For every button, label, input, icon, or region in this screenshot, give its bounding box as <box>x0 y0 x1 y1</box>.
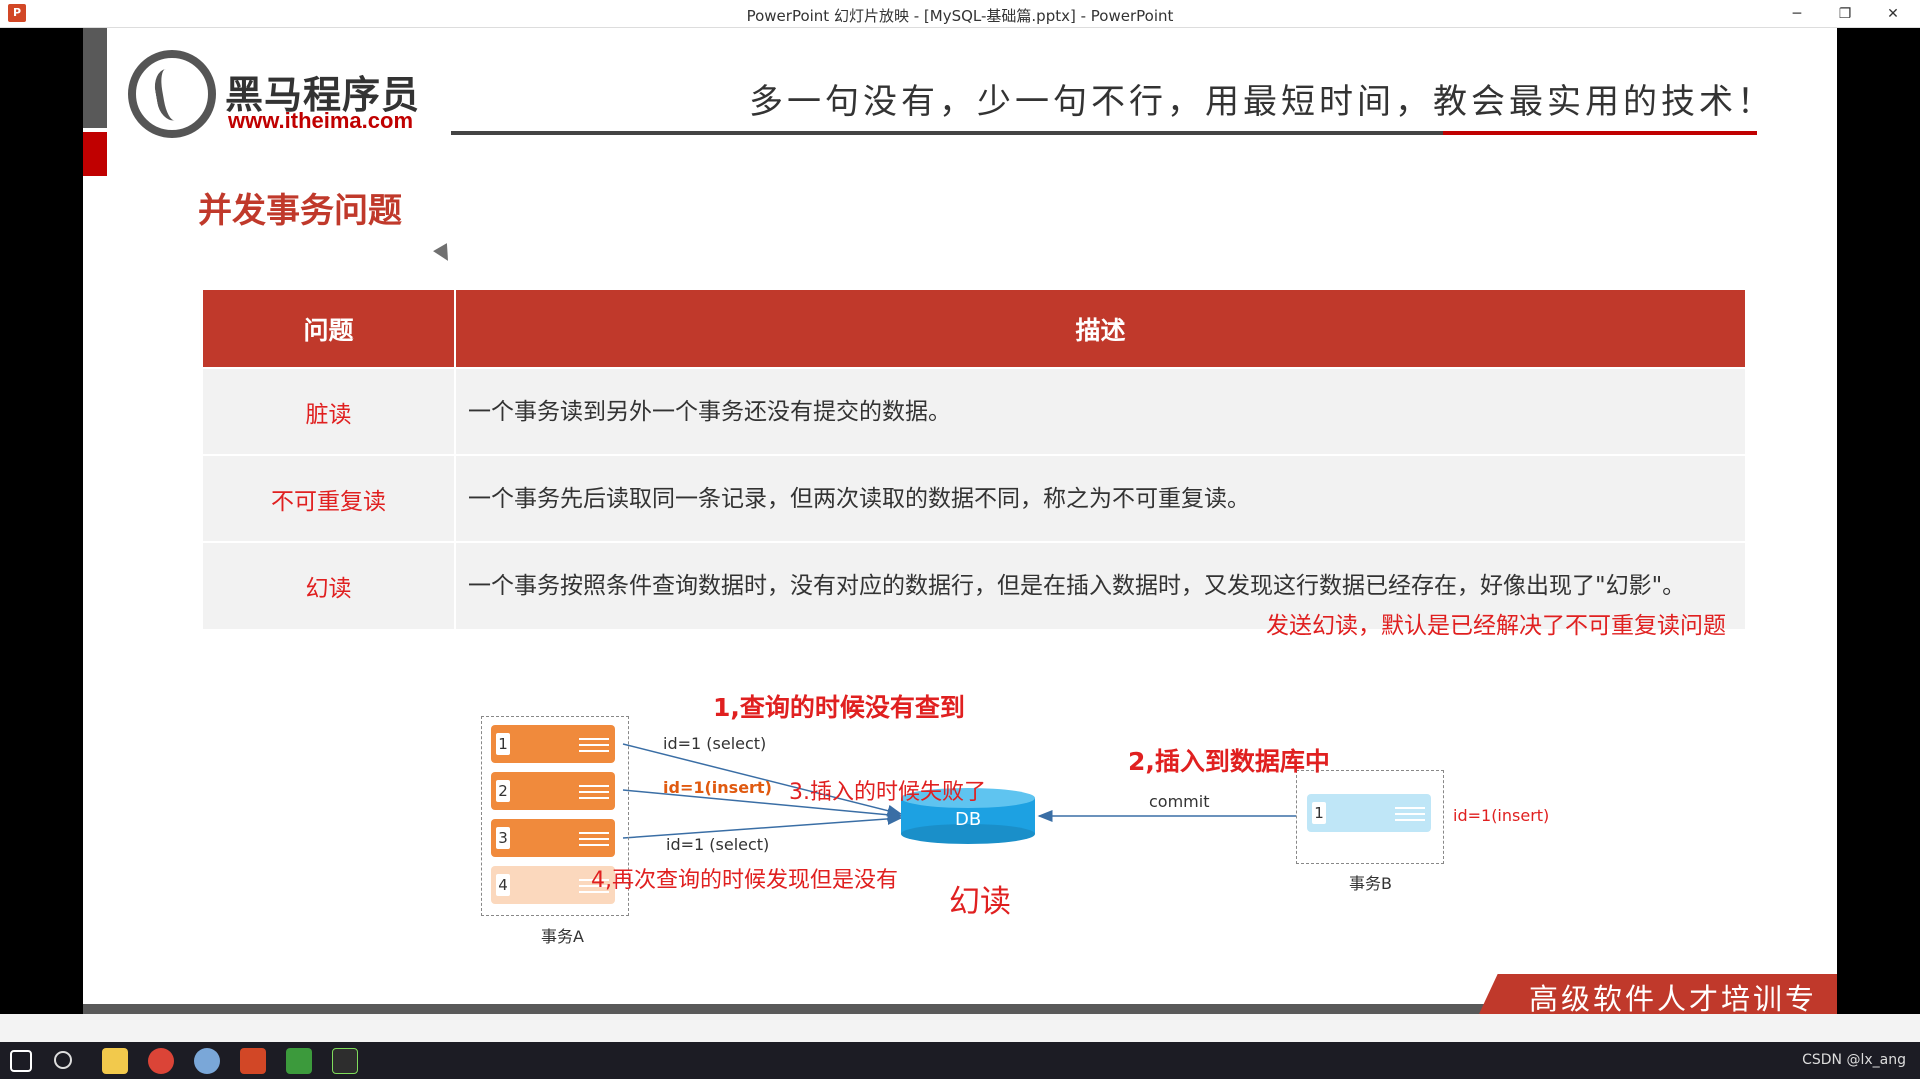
slide[interactable]: 黑马程序员 www.itheima.com 多一句没有，少一句不行，用最短时间，… <box>83 28 1837 1014</box>
annotation-3: 3.插入的时候失败了 <box>789 780 986 805</box>
system-tray[interactable]: CSDN @lx_ang <box>1802 1052 1906 1068</box>
file-explorer-icon[interactable] <box>102 1048 128 1074</box>
close-button[interactable]: ✕ <box>1870 2 1916 26</box>
commit-label: commit <box>1149 792 1210 811</box>
tx-b-label: 事务B <box>1349 874 1392 893</box>
row-number: 1 <box>496 733 510 755</box>
row-number: 4 <box>496 874 510 896</box>
row-number: 2 <box>496 780 510 802</box>
taskbar: CSDN @lx_ang <box>0 1042 1920 1079</box>
edge-label-insert: id=1(insert) <box>663 778 772 797</box>
tx-a-row: 3 <box>491 819 615 857</box>
row-number: 3 <box>496 827 510 849</box>
tx-a-row: 2 <box>491 772 615 810</box>
annotation-2: 2,插入到数据库中 <box>1128 747 1330 776</box>
restore-button[interactable]: ❐ <box>1822 2 1868 26</box>
edge-label-select-2: id=1 (select) <box>666 835 770 854</box>
tx-a-label: 事务A <box>541 927 584 946</box>
phantom-read-label: 幻读 <box>949 884 1011 920</box>
tx-b-row: 1 <box>1307 794 1431 832</box>
row-lines-icon <box>579 738 609 752</box>
row-number: 1 <box>1312 802 1326 824</box>
window-title: PowerPoint 幻灯片放映 - [MySQL-基础篇.pptx] - Po… <box>746 7 1174 25</box>
title-bar: P PowerPoint 幻灯片放映 - [MySQL-基础篇.pptx] - … <box>0 0 1920 28</box>
slideshow-control-bar <box>0 1014 1920 1042</box>
powerpoint-taskbar-icon[interactable] <box>240 1048 266 1074</box>
row-lines-icon <box>1395 807 1425 821</box>
annotation-1: 1,查询的时候没有查到 <box>713 693 965 722</box>
chrome-icon[interactable] <box>148 1048 174 1074</box>
windows-start-icon[interactable] <box>10 1050 32 1072</box>
edge-label-select-1: id=1 (select) <box>663 734 767 753</box>
row-lines-icon <box>579 785 609 799</box>
app-icon[interactable] <box>194 1048 220 1074</box>
search-icon[interactable] <box>54 1051 72 1069</box>
footer-banner-text: 高级软件人才培训专家 <box>1529 982 1818 1014</box>
notepad-icon[interactable] <box>286 1048 312 1074</box>
db-label: DB <box>955 809 982 830</box>
tx-a-row: 1 <box>491 725 615 763</box>
annotation-4: 4,再次查询的时候发现但是没有 <box>591 868 898 893</box>
minimize-button[interactable]: ─ <box>1774 2 1820 26</box>
ide-icon[interactable] <box>332 1048 358 1074</box>
tx-b-insert-label: id=1(insert) <box>1453 806 1550 825</box>
row-lines-icon <box>579 832 609 846</box>
phantom-read-diagram <box>622 743 1296 839</box>
